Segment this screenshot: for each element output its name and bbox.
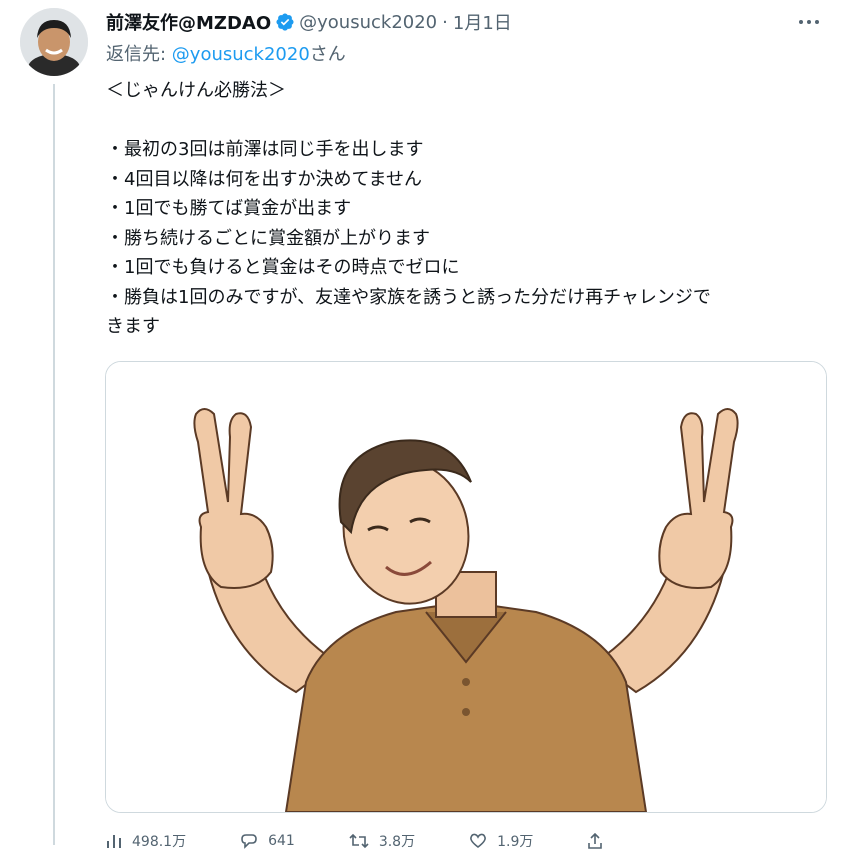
tweet-image[interactable] xyxy=(105,361,827,813)
reply-context: 返信先: @yousuck2020さん xyxy=(106,40,346,66)
reply-prefix: 返信先: xyxy=(106,44,172,65)
rule-line: ・勝ち続けるごとに賞金額が上がります xyxy=(106,227,430,249)
tweet-title-line: ＜じゃんけん必勝法＞ xyxy=(106,80,286,101)
thread-connector-line xyxy=(53,84,55,845)
tweet-header: 前澤友作@MZDAO @yousuck2020 · 1月1日 xyxy=(106,8,512,36)
verified-badge-icon xyxy=(276,13,294,31)
reply-icon xyxy=(241,834,257,849)
tweet-text: ＜じゃんけん必勝法＞ ・最初の3回は前澤は同じ手を出します ・4回目以降は何を出… xyxy=(106,76,831,342)
rule-line: ・最初の3回は前澤は同じ手を出します xyxy=(106,139,424,160)
views-stat[interactable]: 498.1万 xyxy=(106,831,186,851)
more-options-icon[interactable] xyxy=(795,12,823,32)
retweet-icon xyxy=(349,833,369,849)
rule-line: ・勝負は1回のみですが、友達や家族を誘うと誘った分だけ再チャレンジで xyxy=(106,286,711,308)
heart-icon xyxy=(470,833,486,849)
reply-mention-link[interactable]: @yousuck2020 xyxy=(172,44,310,65)
bar-chart-icon xyxy=(107,835,121,848)
rule-line: ・1回でも勝てば賞金が出ます xyxy=(106,198,352,219)
separator-dot: · xyxy=(442,11,448,33)
rule-line: ・4回目以降は何を出すか決めてません xyxy=(106,168,423,190)
display-name[interactable]: 前澤友作@MZDAO xyxy=(106,9,271,35)
tweet-action-bar: 498.1万 641 3.8万 1.9万 xyxy=(106,826,726,856)
share-icon xyxy=(588,833,603,849)
retweet-count: 3.8万 xyxy=(378,834,416,850)
reply-count: 641 xyxy=(268,833,295,849)
rule-line: ・1回でも負けると賞金はその時点でゼロに xyxy=(106,257,460,278)
reply-suffix: さん xyxy=(309,44,346,65)
illustration-peace-sign-man xyxy=(106,362,826,812)
retweet-button[interactable]: 3.8万 xyxy=(349,831,415,851)
rule-line: きます xyxy=(106,316,160,337)
timestamp[interactable]: 1月1日 xyxy=(453,9,512,35)
like-count: 1.9万 xyxy=(497,834,534,850)
handle[interactable]: @yousuck2020 xyxy=(299,12,437,33)
views-count: 498.1万 xyxy=(132,834,187,850)
like-button[interactable]: 1.9万 xyxy=(469,831,533,851)
reply-button[interactable]: 641 xyxy=(240,833,295,849)
avatar[interactable] xyxy=(20,8,88,76)
share-button[interactable] xyxy=(587,833,613,849)
